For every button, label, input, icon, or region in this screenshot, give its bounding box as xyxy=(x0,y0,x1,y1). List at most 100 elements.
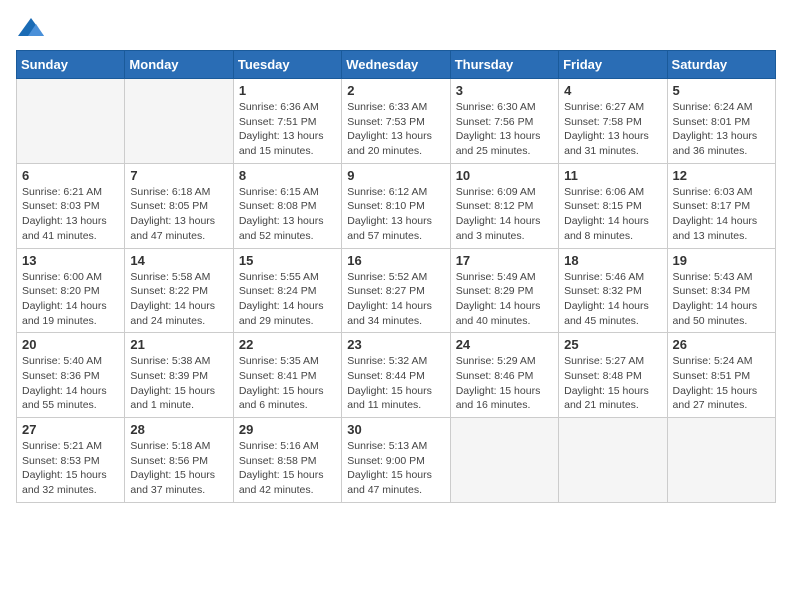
day-info: Sunrise: 5:35 AM Sunset: 8:41 PM Dayligh… xyxy=(239,354,336,413)
day-info: Sunrise: 5:52 AM Sunset: 8:27 PM Dayligh… xyxy=(347,270,444,329)
calendar-cell xyxy=(17,79,125,164)
calendar-cell: 6Sunrise: 6:21 AM Sunset: 8:03 PM Daylig… xyxy=(17,163,125,248)
calendar-cell: 24 Sunrise: 5:29 AM Sunset: 8:46 PM Dayli… xyxy=(450,333,558,418)
calendar-cell: 17Sunrise: 5:49 AM Sunset: 8:29 PM Dayli… xyxy=(450,248,558,333)
logo xyxy=(16,16,50,40)
day-info: Sunrise: 6:24 AM Sunset: 8:01 PM Dayligh… xyxy=(673,100,770,159)
calendar-cell: 8 Sunrise: 6:15 AM Sunset: 8:08 PM Daylig… xyxy=(233,163,341,248)
day-number: 4 xyxy=(564,83,661,98)
day-info: Sunrise: 5:29 AM Sunset: 8:46 PM Dayligh… xyxy=(456,354,553,413)
day-number: 11 xyxy=(564,168,661,183)
day-number: 1 xyxy=(239,83,336,98)
calendar-cell: 1 Sunrise: 6:36 AM Sunset: 7:51 PM Daylig… xyxy=(233,79,341,164)
day-number: 16 xyxy=(347,253,444,268)
day-number: 24 xyxy=(456,337,553,352)
calendar-cell: 28 Sunrise: 5:18 AM Sunset: 8:56 PM Dayli… xyxy=(125,418,233,503)
calendar-cell: 27 Sunrise: 5:21 AM Sunset: 8:53 PM Dayli… xyxy=(17,418,125,503)
day-number: 29 xyxy=(239,422,336,437)
calendar-week-row: 6Sunrise: 6:21 AM Sunset: 8:03 PM Daylig… xyxy=(17,163,776,248)
calendar-cell: 3 Sunrise: 6:30 AM Sunset: 7:56 PM Daylig… xyxy=(450,79,558,164)
calendar-cell xyxy=(125,79,233,164)
day-info: Sunrise: 5:18 AM Sunset: 8:56 PM Dayligh… xyxy=(130,439,227,498)
page-header xyxy=(16,16,776,40)
calendar-cell: 13 Sunrise: 6:00 AM Sunset: 8:20 PM Dayli… xyxy=(17,248,125,333)
day-number: 7 xyxy=(130,168,227,183)
day-number: 8 xyxy=(239,168,336,183)
day-number: 25 xyxy=(564,337,661,352)
logo-icon xyxy=(16,16,46,40)
calendar-cell: 26Sunrise: 5:24 AM Sunset: 8:51 PM Dayli… xyxy=(667,333,775,418)
day-info: Sunrise: 5:32 AM Sunset: 8:44 PM Dayligh… xyxy=(347,354,444,413)
calendar-cell: 7 Sunrise: 6:18 AM Sunset: 8:05 PM Daylig… xyxy=(125,163,233,248)
day-number: 27 xyxy=(22,422,119,437)
day-info: Sunrise: 6:03 AM Sunset: 8:17 PM Dayligh… xyxy=(673,185,770,244)
day-number: 14 xyxy=(130,253,227,268)
day-number: 3 xyxy=(456,83,553,98)
day-info: Sunrise: 6:09 AM Sunset: 8:12 PM Dayligh… xyxy=(456,185,553,244)
day-number: 19 xyxy=(673,253,770,268)
weekday-header: Friday xyxy=(559,51,667,79)
day-info: Sunrise: 6:06 AM Sunset: 8:15 PM Dayligh… xyxy=(564,185,661,244)
day-number: 28 xyxy=(130,422,227,437)
day-info: Sunrise: 6:18 AM Sunset: 8:05 PM Dayligh… xyxy=(130,185,227,244)
day-info: Sunrise: 5:38 AM Sunset: 8:39 PM Dayligh… xyxy=(130,354,227,413)
day-number: 5 xyxy=(673,83,770,98)
day-number: 6 xyxy=(22,168,119,183)
day-number: 20 xyxy=(22,337,119,352)
day-number: 9 xyxy=(347,168,444,183)
day-info: Sunrise: 5:55 AM Sunset: 8:24 PM Dayligh… xyxy=(239,270,336,329)
calendar-cell: 20 Sunrise: 5:40 AM Sunset: 8:36 PM Dayli… xyxy=(17,333,125,418)
day-number: 22 xyxy=(239,337,336,352)
calendar-cell: 14Sunrise: 5:58 AM Sunset: 8:22 PM Dayli… xyxy=(125,248,233,333)
day-number: 30 xyxy=(347,422,444,437)
calendar-cell: 4 Sunrise: 6:27 AM Sunset: 7:58 PM Daylig… xyxy=(559,79,667,164)
day-number: 21 xyxy=(130,337,227,352)
calendar-cell: 10 Sunrise: 6:09 AM Sunset: 8:12 PM Dayli… xyxy=(450,163,558,248)
calendar-week-row: 1 Sunrise: 6:36 AM Sunset: 7:51 PM Daylig… xyxy=(17,79,776,164)
day-info: Sunrise: 6:15 AM Sunset: 8:08 PM Dayligh… xyxy=(239,185,336,244)
day-number: 10 xyxy=(456,168,553,183)
calendar-cell: 16 Sunrise: 5:52 AM Sunset: 8:27 PM Dayli… xyxy=(342,248,450,333)
calendar-cell: 22 Sunrise: 5:35 AM Sunset: 8:41 PM Dayli… xyxy=(233,333,341,418)
calendar-cell: 30 Sunrise: 5:13 AM Sunset: 9:00 PM Dayli… xyxy=(342,418,450,503)
calendar-header-row: SundayMondayTuesdayWednesdayThursdayFrid… xyxy=(17,51,776,79)
day-number: 13 xyxy=(22,253,119,268)
day-info: Sunrise: 6:30 AM Sunset: 7:56 PM Dayligh… xyxy=(456,100,553,159)
calendar-cell: 23Sunrise: 5:32 AM Sunset: 8:44 PM Dayli… xyxy=(342,333,450,418)
calendar-cell: 29Sunrise: 5:16 AM Sunset: 8:58 PM Dayli… xyxy=(233,418,341,503)
calendar-cell: 2Sunrise: 6:33 AM Sunset: 7:53 PM Daylig… xyxy=(342,79,450,164)
day-info: Sunrise: 6:12 AM Sunset: 8:10 PM Dayligh… xyxy=(347,185,444,244)
calendar-cell: 15 Sunrise: 5:55 AM Sunset: 8:24 PM Dayli… xyxy=(233,248,341,333)
calendar-cell xyxy=(667,418,775,503)
calendar-cell: 19 Sunrise: 5:43 AM Sunset: 8:34 PM Dayli… xyxy=(667,248,775,333)
weekday-header: Monday xyxy=(125,51,233,79)
day-number: 18 xyxy=(564,253,661,268)
calendar-cell: 18 Sunrise: 5:46 AM Sunset: 8:32 PM Dayli… xyxy=(559,248,667,333)
day-info: Sunrise: 5:24 AM Sunset: 8:51 PM Dayligh… xyxy=(673,354,770,413)
day-info: Sunrise: 5:46 AM Sunset: 8:32 PM Dayligh… xyxy=(564,270,661,329)
day-number: 15 xyxy=(239,253,336,268)
day-info: Sunrise: 5:49 AM Sunset: 8:29 PM Dayligh… xyxy=(456,270,553,329)
calendar-week-row: 13 Sunrise: 6:00 AM Sunset: 8:20 PM Dayli… xyxy=(17,248,776,333)
calendar-cell: 25 Sunrise: 5:27 AM Sunset: 8:48 PM Dayli… xyxy=(559,333,667,418)
day-info: Sunrise: 5:40 AM Sunset: 8:36 PM Dayligh… xyxy=(22,354,119,413)
day-info: Sunrise: 5:27 AM Sunset: 8:48 PM Dayligh… xyxy=(564,354,661,413)
calendar-cell: 21 Sunrise: 5:38 AM Sunset: 8:39 PM Dayli… xyxy=(125,333,233,418)
day-info: Sunrise: 5:13 AM Sunset: 9:00 PM Dayligh… xyxy=(347,439,444,498)
weekday-header: Saturday xyxy=(667,51,775,79)
day-number: 2 xyxy=(347,83,444,98)
calendar-week-row: 20 Sunrise: 5:40 AM Sunset: 8:36 PM Dayli… xyxy=(17,333,776,418)
day-number: 12 xyxy=(673,168,770,183)
day-info: Sunrise: 6:27 AM Sunset: 7:58 PM Dayligh… xyxy=(564,100,661,159)
weekday-header: Sunday xyxy=(17,51,125,79)
day-info: Sunrise: 5:43 AM Sunset: 8:34 PM Dayligh… xyxy=(673,270,770,329)
calendar-week-row: 27 Sunrise: 5:21 AM Sunset: 8:53 PM Dayli… xyxy=(17,418,776,503)
calendar-cell: 12 Sunrise: 6:03 AM Sunset: 8:17 PM Dayli… xyxy=(667,163,775,248)
weekday-header: Wednesday xyxy=(342,51,450,79)
day-info: Sunrise: 6:00 AM Sunset: 8:20 PM Dayligh… xyxy=(22,270,119,329)
day-info: Sunrise: 6:36 AM Sunset: 7:51 PM Dayligh… xyxy=(239,100,336,159)
weekday-header: Tuesday xyxy=(233,51,341,79)
calendar-cell: 5 Sunrise: 6:24 AM Sunset: 8:01 PM Daylig… xyxy=(667,79,775,164)
calendar-cell: 9 Sunrise: 6:12 AM Sunset: 8:10 PM Daylig… xyxy=(342,163,450,248)
day-info: Sunrise: 5:21 AM Sunset: 8:53 PM Dayligh… xyxy=(22,439,119,498)
